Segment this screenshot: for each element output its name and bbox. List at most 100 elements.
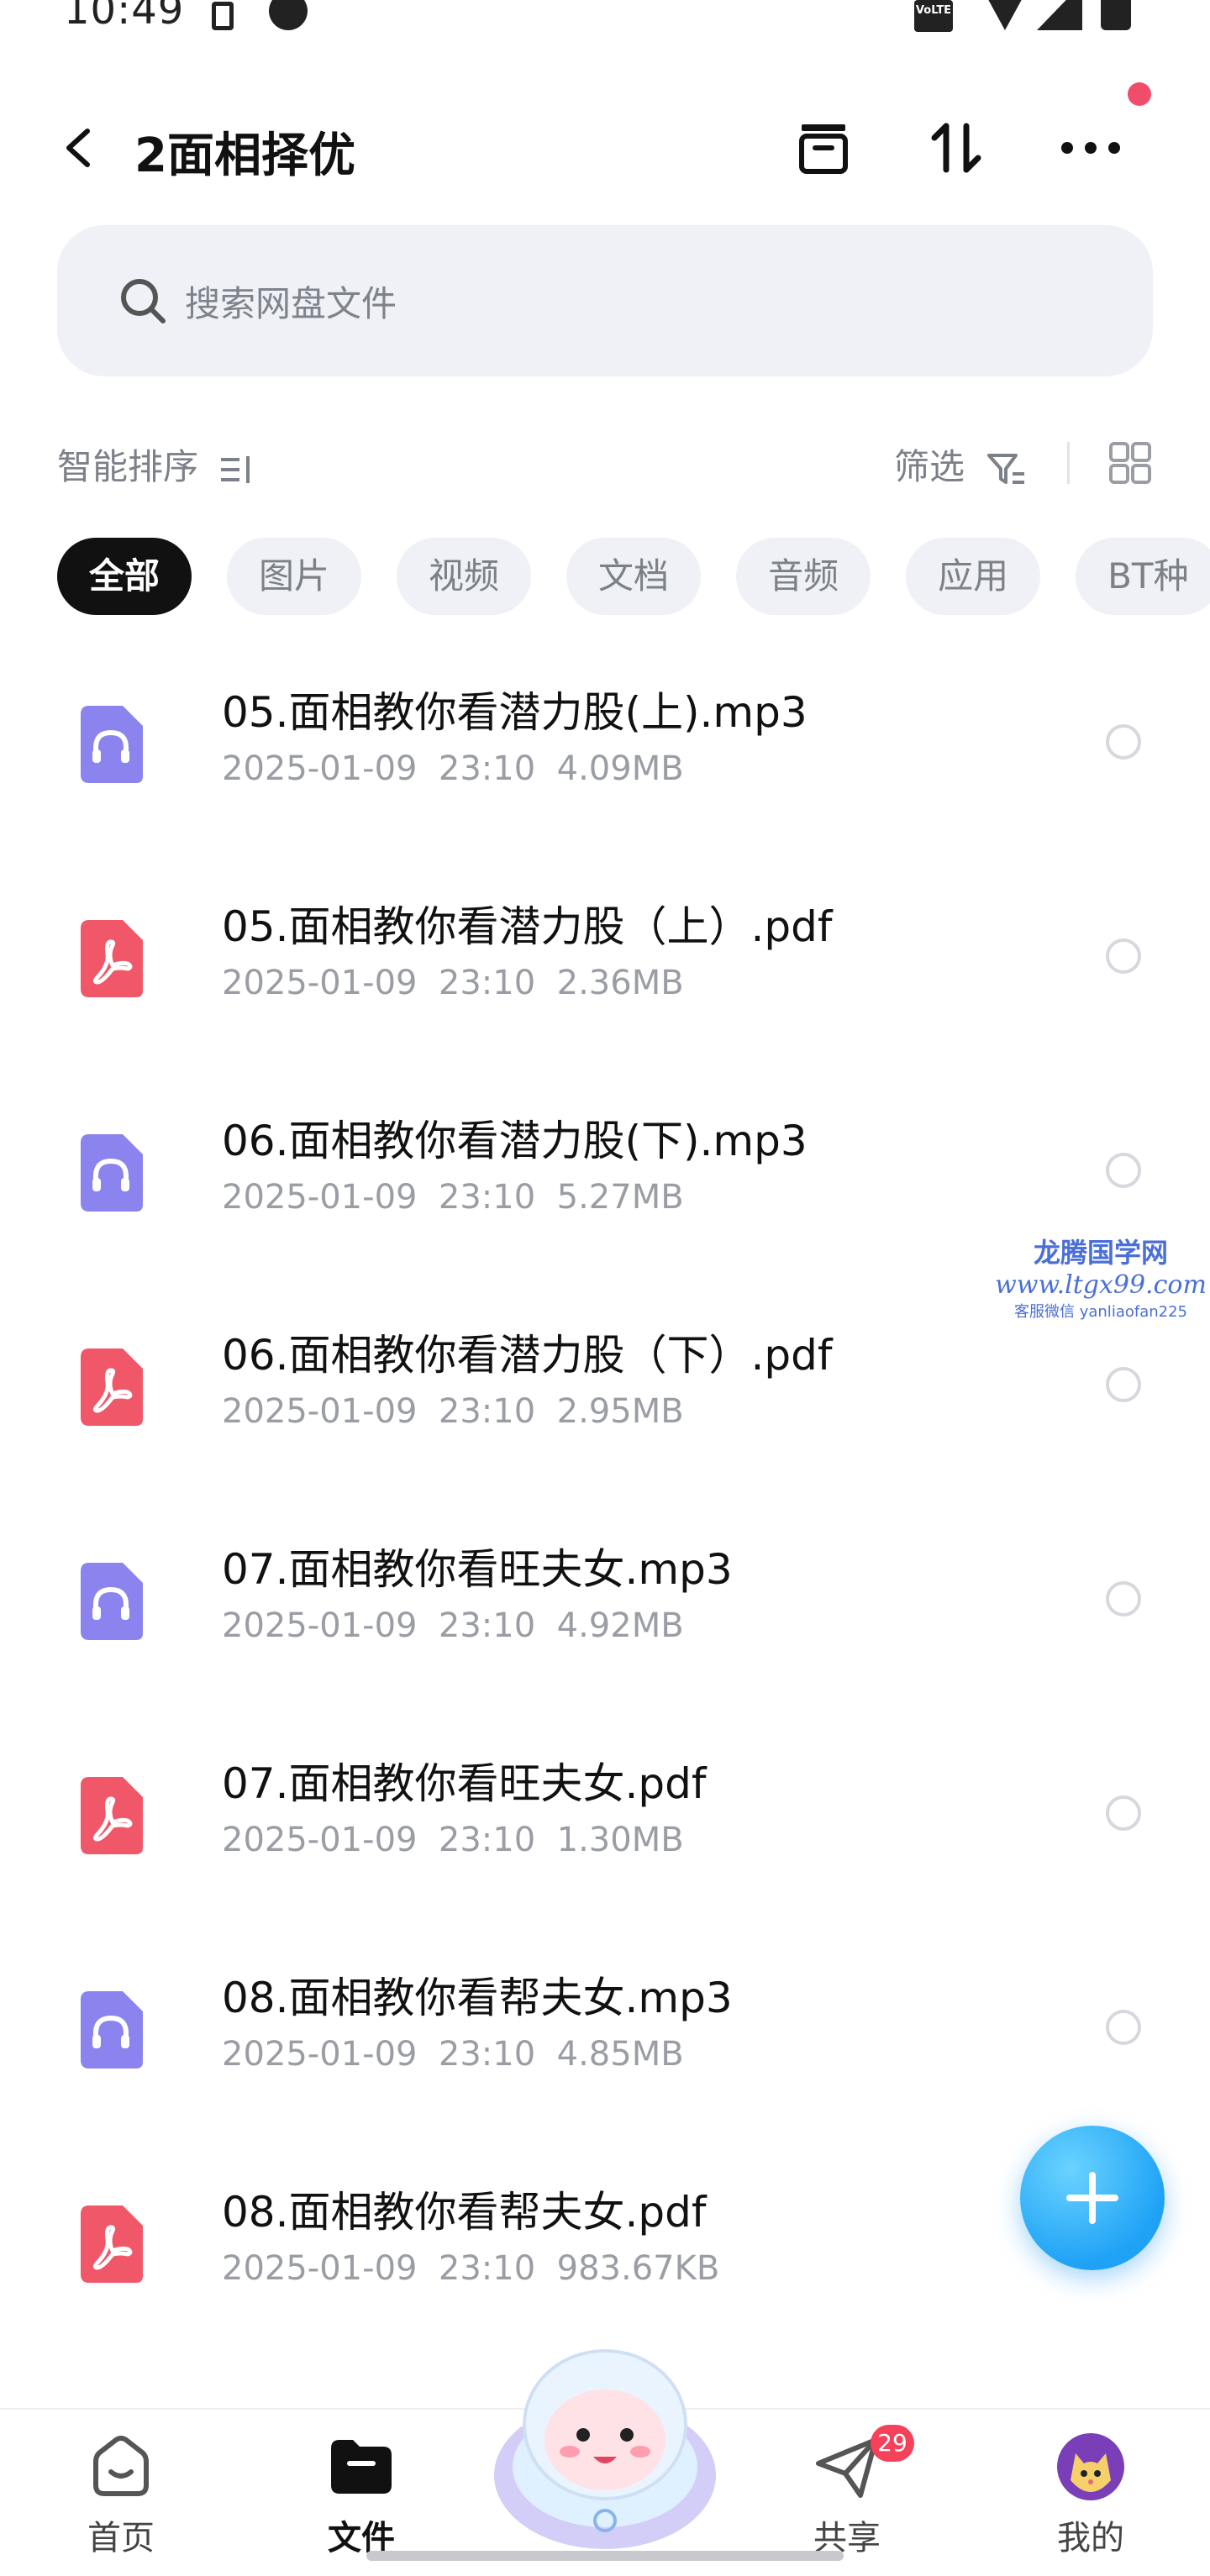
file-date: 2025-01-09 (222, 1606, 418, 1645)
file-row[interactable]: 07.面相教你看旺夫女.mp3 2025-01-09 23:10 4.92MB (0, 1496, 1210, 1710)
file-meta: 2025-01-09 23:10 5.27MB (222, 1178, 684, 1217)
audio-file-icon (81, 1134, 143, 1212)
file-name: 08.面相教你看帮夫女.pdf (222, 2188, 707, 2237)
share-badge: 29 (871, 2425, 914, 2462)
nav-home-label: 首页 (87, 2519, 155, 2558)
file-time: 23:10 (438, 964, 536, 1002)
filter-button[interactable]: 筛选 (894, 439, 1028, 491)
volte-icon: VoLTE (914, 0, 953, 32)
file-time: 23:10 (438, 1821, 536, 1859)
back-arrow-icon[interactable] (55, 124, 103, 171)
chip-images[interactable]: 图片 (227, 538, 362, 615)
chip-videos[interactable]: 视频 (397, 538, 532, 615)
sort-filter-bar: 智能排序 筛选 (0, 428, 1210, 496)
watermark-site-name: 龙腾国学网 (1033, 1237, 1168, 1269)
sort-button[interactable] (921, 113, 992, 183)
page-title: 2面相择优 (134, 129, 355, 183)
pdf-file-icon (81, 1348, 143, 1426)
file-time: 23:10 (438, 1178, 536, 1217)
file-meta: 2025-01-09 23:10 1.30MB (222, 1821, 684, 1859)
nav-share[interactable]: 29 共享 (780, 2425, 914, 2564)
file-row[interactable]: 07.面相教你看旺夫女.pdf 2025-01-09 23:10 1.30MB (0, 1710, 1210, 1924)
file-size: 2.36MB (556, 964, 684, 1002)
select-checkbox[interactable] (1106, 1795, 1141, 1831)
filter-label: 筛选 (894, 446, 965, 487)
mascot-icon[interactable] (489, 2341, 721, 2559)
file-row[interactable]: 05.面相教你看潜力股(上).mp3 2025-01-09 23:10 4.09… (0, 639, 1210, 853)
select-checkbox[interactable] (1106, 1581, 1141, 1617)
nav-home[interactable]: 首页 (54, 2430, 188, 2564)
file-name: 05.面相教你看潜力股(上).mp3 (222, 688, 808, 737)
chip-audio[interactable]: 音频 (736, 538, 871, 615)
smart-sort-button[interactable]: 智能排序 (57, 439, 255, 490)
chip-apps[interactable]: 应用 (906, 538, 1041, 615)
search-input[interactable]: 搜索网盘文件 (57, 225, 1153, 376)
folder-icon (331, 2440, 392, 2494)
charging-icon (212, 2, 234, 30)
avatar (1057, 2433, 1124, 2500)
toolbar-divider (1067, 442, 1070, 484)
file-date: 2025-01-09 (222, 1178, 418, 1217)
file-meta: 2025-01-09 23:10 4.09MB (222, 749, 684, 788)
file-meta: 2025-01-09 23:10 4.85MB (222, 2035, 684, 2074)
select-checkbox[interactable] (1106, 1367, 1141, 1402)
notification-dot (1128, 82, 1151, 106)
file-name: 07.面相教你看旺夫女.pdf (222, 1759, 707, 1808)
status-bar: 10:49 VoLTE (0, 0, 1210, 42)
signal-icon (1037, 0, 1082, 30)
file-date: 2025-01-09 (222, 2249, 418, 2288)
filter-icon (987, 453, 1025, 484)
sort-lines-icon (221, 455, 250, 483)
status-time: 10:49 (64, 0, 185, 34)
file-row[interactable]: 08.面相教你看帮夫女.mp3 2025-01-09 23:10 4.85MB (0, 1924, 1210, 2138)
header: 2面相择优 (0, 92, 1210, 202)
file-time: 23:10 (438, 2035, 536, 2074)
battery-icon (1101, 0, 1131, 30)
file-time: 23:10 (438, 749, 536, 788)
file-size: 4.85MB (556, 2035, 684, 2074)
file-time: 23:10 (438, 2249, 536, 2288)
nav-mine[interactable]: 我的 (1023, 2430, 1158, 2564)
audio-file-icon (81, 1991, 143, 2069)
file-meta: 2025-01-09 23:10 2.95MB (222, 1392, 684, 1431)
file-size: 1.30MB (556, 1821, 684, 1859)
chip-bt[interactable]: BT种 (1076, 538, 1210, 615)
select-checkbox[interactable] (1106, 938, 1141, 974)
category-chips: 全部 图片 视频 文档 音频 应用 BT种 (57, 538, 1210, 615)
watermark-contact: 客服微信 yanliaofan225 (1014, 1303, 1187, 1321)
chip-all[interactable]: 全部 (57, 538, 192, 615)
grid-view-icon[interactable] (1107, 440, 1153, 486)
file-time: 23:10 (438, 1392, 536, 1431)
file-meta: 2025-01-09 23:10 2.36MB (222, 964, 684, 1002)
add-button[interactable] (1020, 2126, 1165, 2270)
plus-icon (1066, 2172, 1118, 2224)
archive-icon (799, 124, 848, 174)
file-row[interactable]: 05.面相教你看潜力股（上）.pdf 2025-01-09 23:10 2.36… (0, 853, 1210, 1067)
file-size: 983.67KB (556, 2249, 720, 2288)
file-date: 2025-01-09 (222, 749, 418, 788)
audio-file-icon (81, 1563, 143, 1640)
file-size: 5.27MB (556, 1178, 684, 1217)
home-icon (93, 2436, 149, 2496)
home-indicator[interactable] (366, 2551, 844, 2561)
select-checkbox[interactable] (1106, 1153, 1141, 1188)
pdf-file-icon (81, 920, 143, 997)
smart-sort-label: 智能排序 (57, 446, 199, 487)
chip-documents[interactable]: 文档 (566, 538, 702, 615)
nav-files[interactable]: 文件 (294, 2430, 429, 2564)
file-date: 2025-01-09 (222, 1392, 418, 1431)
more-button[interactable] (1055, 113, 1126, 183)
pdf-file-icon (81, 1777, 143, 1854)
more-dots-icon (1061, 142, 1120, 154)
select-checkbox[interactable] (1106, 724, 1141, 760)
audio-file-icon (81, 706, 143, 783)
file-date: 2025-01-09 (222, 2035, 418, 2074)
sort-arrows-icon (931, 123, 981, 173)
archive-button[interactable] (788, 113, 859, 183)
search-icon (121, 279, 166, 323)
volte-label: VoLTE (915, 4, 952, 17)
select-checkbox[interactable] (1106, 2010, 1141, 2045)
nav-mine-label: 我的 (1057, 2519, 1124, 2558)
file-name: 06.面相教你看潜力股(下).mp3 (222, 1117, 808, 1165)
file-size: 2.95MB (556, 1392, 684, 1431)
